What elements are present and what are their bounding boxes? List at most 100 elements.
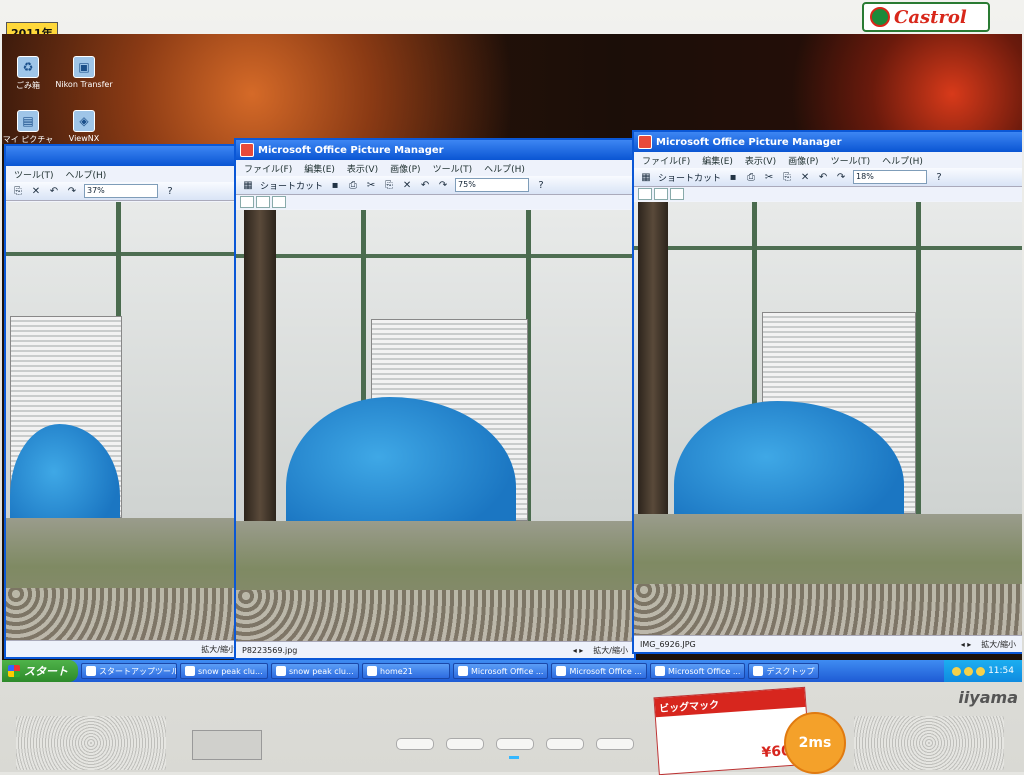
zoom-combo[interactable]: 37%	[84, 184, 158, 198]
window-titlebar[interactable]: Microsoft Office Picture Manager	[634, 132, 1022, 152]
delete-icon[interactable]: ✕	[401, 179, 413, 191]
window-titlebar[interactable]	[6, 146, 242, 166]
taskbar-item[interactable]: スタートアップツール	[81, 663, 177, 679]
menu-help[interactable]: ヘルプ(H)	[484, 162, 525, 175]
taskbar-item-label: スタートアップツール	[99, 666, 177, 676]
redo-icon[interactable]: ↷	[437, 179, 449, 191]
view-mode-bar	[236, 195, 634, 209]
thumbnail-view-icon[interactable]	[240, 196, 254, 208]
menu-file[interactable]: ファイル(F)	[642, 154, 690, 167]
taskbar-item[interactable]: snow peak clu...	[180, 663, 268, 679]
monitor-buttons	[396, 738, 634, 750]
menu-tools[interactable]: ツール(T)	[831, 154, 871, 167]
statusbar: P8223569.jpg ◂ ▸ 拡大/縮小	[236, 641, 634, 658]
menu-tools[interactable]: ツール(T)	[433, 162, 473, 175]
menu-edit[interactable]: 編集(E)	[702, 154, 733, 167]
zoom-status[interactable]: 拡大/縮小	[981, 639, 1016, 650]
menu-picture[interactable]: 画像(P)	[788, 154, 818, 167]
shortcut-label[interactable]: ショートカット	[260, 179, 323, 192]
thumbnail-view-icon[interactable]	[638, 188, 652, 200]
window-title: Microsoft Office Picture Manager	[656, 136, 842, 148]
desktop-icon-nikon-transfer[interactable]: ▣ Nikon Transfer	[52, 56, 116, 89]
save-icon[interactable]: ▪	[727, 171, 739, 183]
picture-manager-window-2[interactable]: Microsoft Office Picture Manager ファイル(F)…	[234, 138, 636, 660]
menu-help[interactable]: ヘルプ(H)	[882, 154, 923, 167]
picture-manager-icon	[638, 135, 652, 149]
menu-help[interactable]: ヘルプ(H)	[66, 168, 107, 181]
tray-icon[interactable]	[952, 666, 962, 676]
picture-manager-window-1[interactable]: ツール(T) ヘルプ(H) ⎘ ✕ ↶ ↷ 37% ? 拡大/縮小	[4, 144, 244, 659]
print-icon[interactable]: ⎙	[347, 179, 359, 191]
system-tray: 11:54	[944, 660, 1022, 682]
undo-icon[interactable]: ↶	[419, 179, 431, 191]
menu-view[interactable]: 表示(V)	[347, 162, 378, 175]
taskbar-item[interactable]: home21	[362, 663, 450, 679]
start-label: スタート	[24, 665, 68, 678]
filmstrip-view-icon[interactable]	[256, 196, 270, 208]
copy-icon[interactable]: ⎘	[383, 179, 395, 191]
nikon-transfer-icon: ▣	[73, 56, 95, 78]
desktop-icon-label: ViewNX	[68, 134, 100, 143]
taskbar-item[interactable]: Microsoft Office ...	[551, 663, 647, 679]
redo-icon[interactable]: ↷	[835, 171, 847, 183]
filmstrip-view-icon[interactable]	[654, 188, 668, 200]
zoom-status[interactable]: 拡大/縮小	[593, 645, 628, 656]
tray-icon[interactable]	[976, 666, 986, 676]
monitor-menu-button[interactable]	[596, 738, 634, 750]
help-icon[interactable]: ?	[535, 179, 547, 191]
toolbar: ⎘ ✕ ↶ ↷ 37% ?	[6, 182, 242, 201]
clock[interactable]: 11:54	[988, 666, 1014, 676]
menu-view[interactable]: 表示(V)	[745, 154, 776, 167]
statusbar: IMG_6926.JPG ◂ ▸ 拡大/縮小	[634, 635, 1022, 652]
zoom-combo[interactable]: 18%	[853, 170, 928, 184]
tray-icon[interactable]	[964, 666, 974, 676]
picture-manager-icon	[654, 666, 665, 676]
delete-icon[interactable]: ✕	[30, 185, 42, 197]
picture-manager-window-3[interactable]: Microsoft Office Picture Manager ファイル(F)…	[632, 130, 1022, 654]
taskbar-item[interactable]: snow peak clu...	[271, 663, 359, 679]
save-icon[interactable]: ▪	[329, 179, 341, 191]
taskbar-item[interactable]: Microsoft Office ...	[649, 663, 746, 679]
desktop-icon-label: Nikon Transfer	[55, 80, 113, 89]
undo-icon[interactable]: ↶	[817, 171, 829, 183]
desktop-icon-viewnx[interactable]: ◈ ViewNX	[52, 110, 116, 143]
monitor-up-button[interactable]	[496, 738, 534, 750]
nav-arrows-icon[interactable]: ◂ ▸	[961, 640, 972, 649]
delete-icon[interactable]: ✕	[799, 171, 811, 183]
copy-icon[interactable]: ⎘	[781, 171, 793, 183]
zoom-combo[interactable]: 75%	[455, 178, 530, 192]
copy-icon[interactable]: ⎘	[12, 185, 24, 197]
print-icon[interactable]: ⎙	[745, 171, 757, 183]
help-icon[interactable]: ?	[164, 185, 176, 197]
nav-arrows-icon[interactable]: ◂ ▸	[573, 646, 584, 655]
desktop-icon-label: マイ ピクチャ	[2, 135, 54, 144]
menu-edit[interactable]: 編集(E)	[304, 162, 335, 175]
taskbar-item-label: home21	[380, 666, 413, 676]
taskbar-item-desktop[interactable]: デスクトップ	[748, 663, 820, 679]
ie-icon	[276, 666, 286, 676]
undo-icon[interactable]: ↶	[48, 185, 60, 197]
single-view-icon[interactable]	[272, 196, 286, 208]
taskbar-item-label: snow peak clu...	[198, 666, 263, 676]
photo-tree	[638, 202, 668, 558]
cut-icon[interactable]: ✂	[763, 171, 775, 183]
redo-icon[interactable]: ↷	[66, 185, 78, 197]
single-view-icon[interactable]	[670, 188, 684, 200]
start-button[interactable]: スタート	[2, 660, 78, 682]
window-titlebar[interactable]: Microsoft Office Picture Manager	[236, 140, 634, 160]
monitor-down-button[interactable]	[446, 738, 484, 750]
recycle-bin-icon: ♻	[17, 56, 39, 78]
taskbar-item[interactable]: Microsoft Office ...	[453, 663, 549, 679]
help-icon[interactable]: ?	[933, 171, 945, 183]
menu-tools[interactable]: ツール(T)	[14, 168, 54, 181]
cut-icon[interactable]: ✂	[365, 179, 377, 191]
zoom-status[interactable]: 拡大/縮小	[201, 644, 236, 655]
shortcut-icon[interactable]: ▦	[242, 179, 254, 191]
menu-file[interactable]: ファイル(F)	[244, 162, 292, 175]
toolbar: ▦ ショートカット ▪ ⎙ ✂ ⎘ ✕ ↶ ↷ 18% ?	[634, 168, 1022, 187]
shortcut-label[interactable]: ショートカット	[658, 171, 721, 184]
menu-picture[interactable]: 画像(P)	[390, 162, 420, 175]
shortcut-icon[interactable]: ▦	[640, 171, 652, 183]
monitor-power-button[interactable]	[546, 738, 584, 750]
monitor-auto-button[interactable]	[396, 738, 434, 750]
